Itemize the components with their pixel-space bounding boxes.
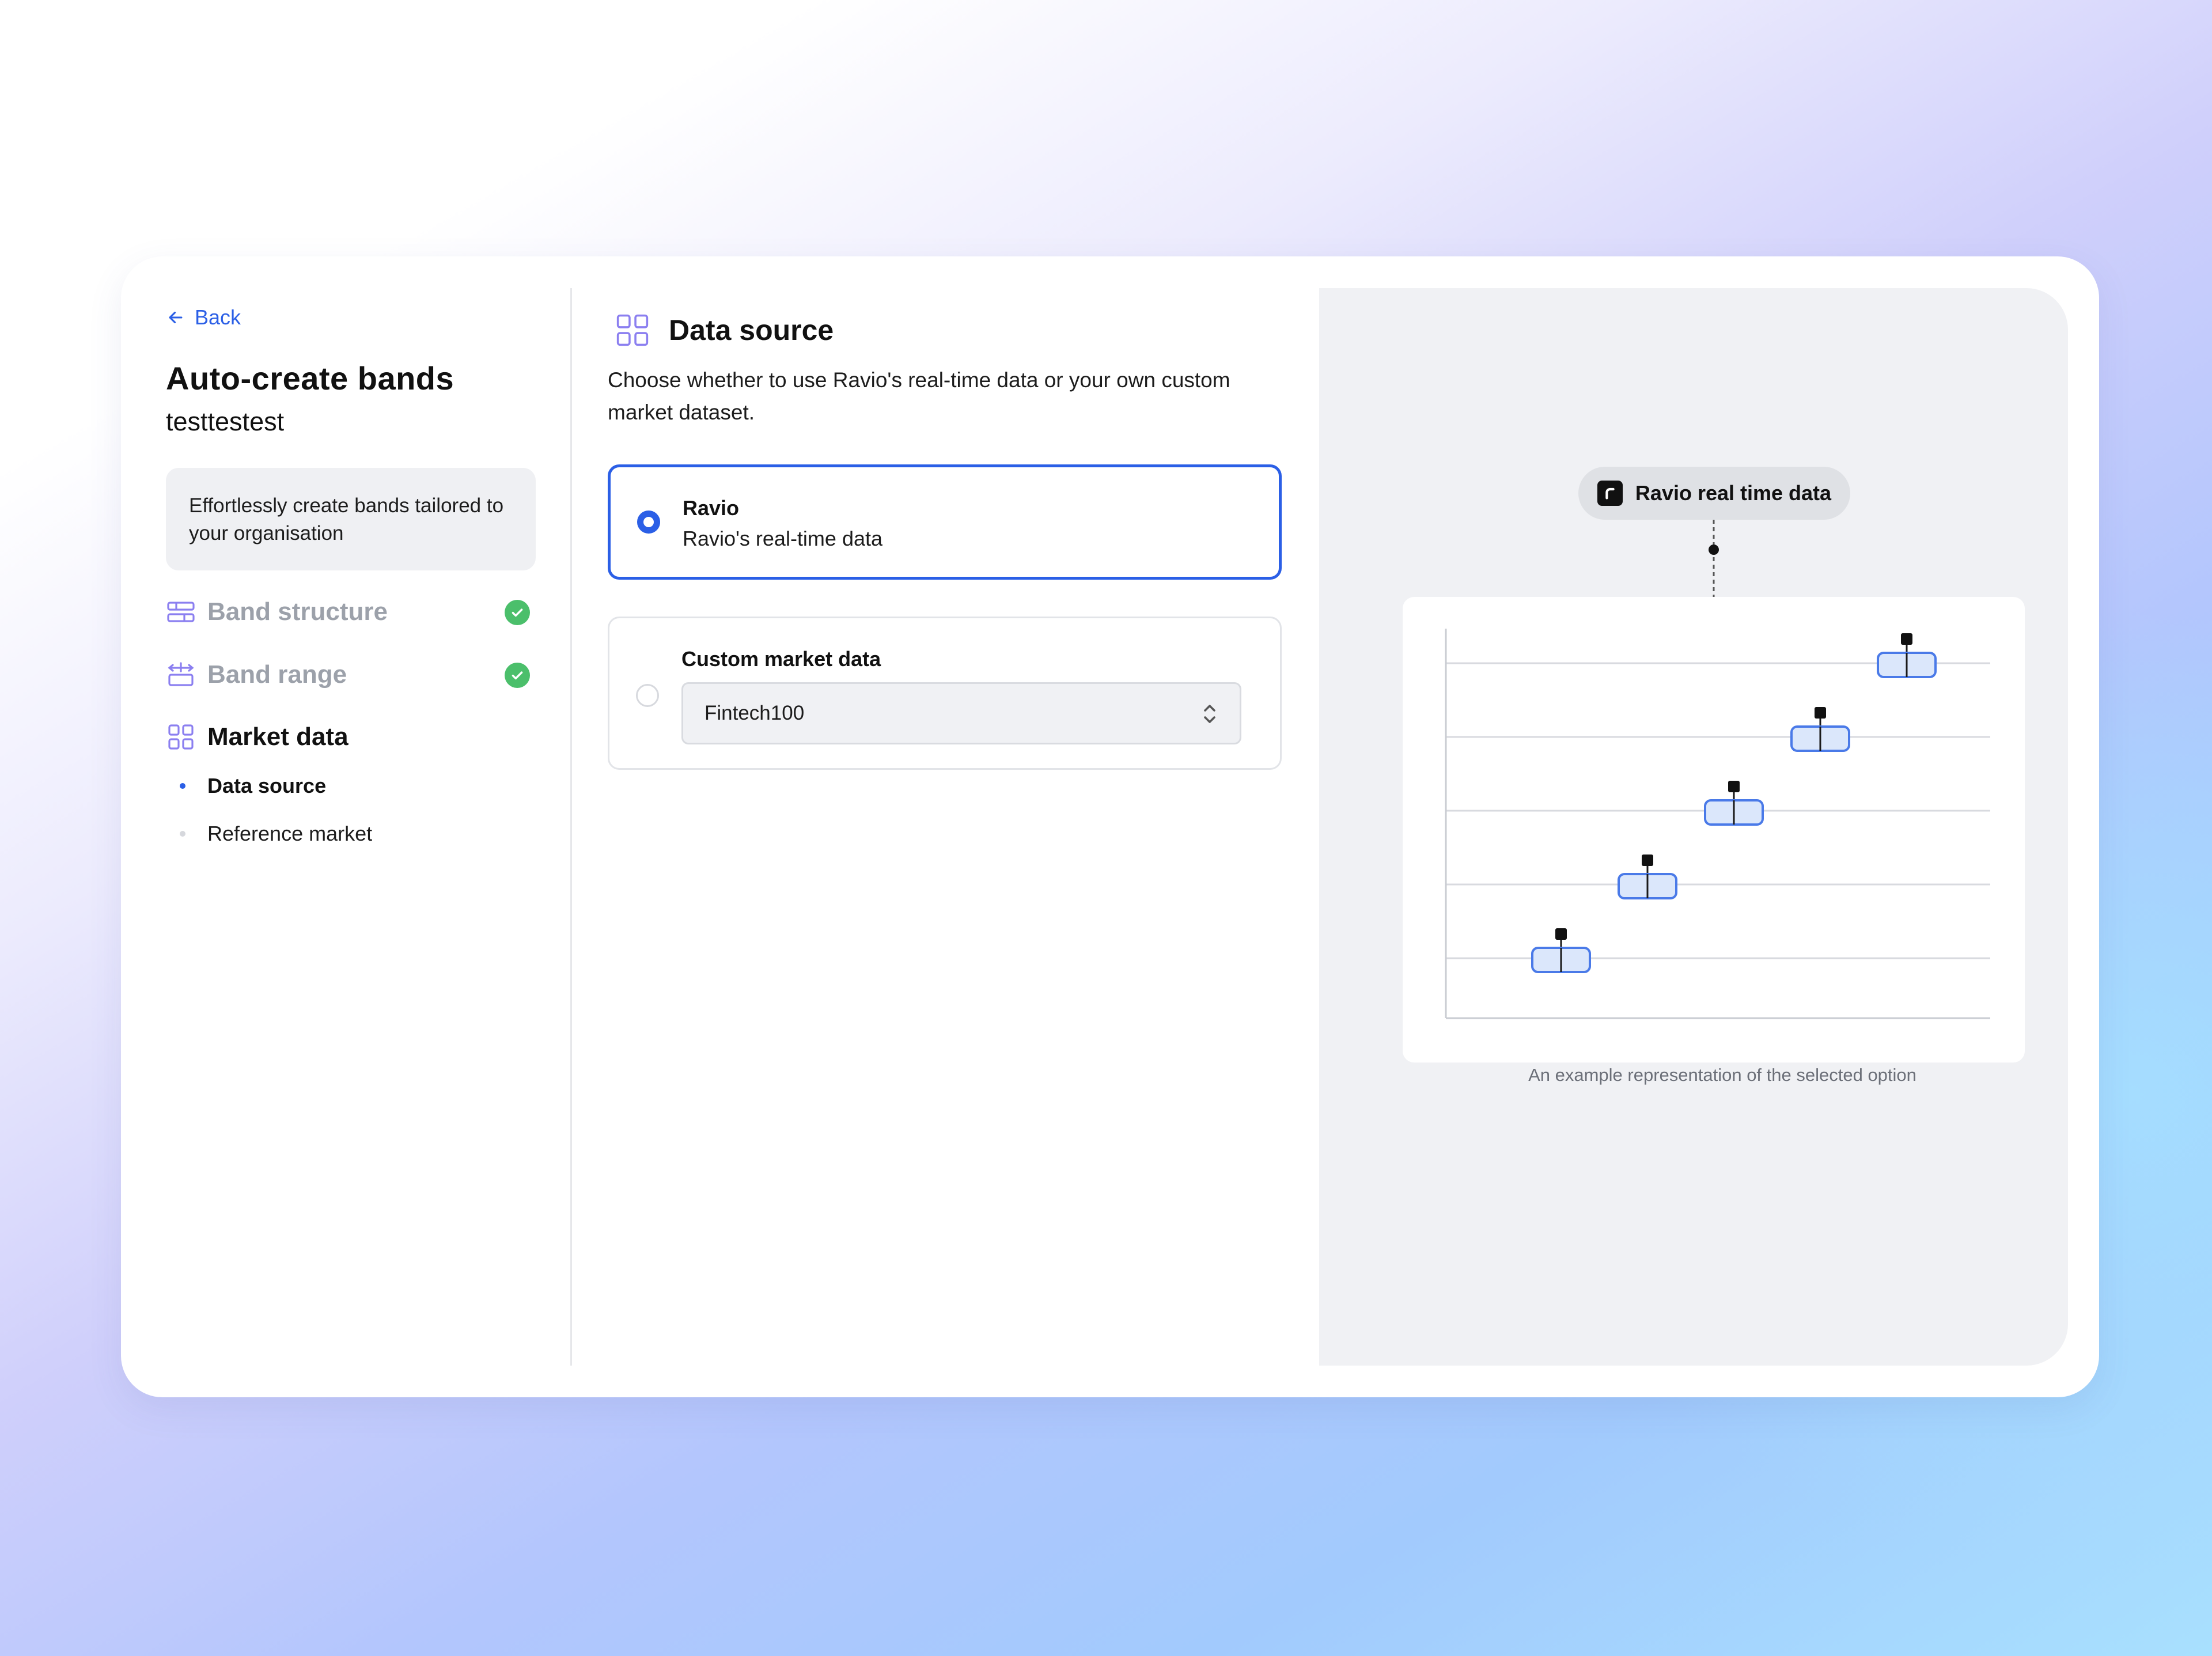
option-title: Ravio (683, 496, 740, 520)
preview-caption: An example representation of the selecte… (1528, 1065, 1916, 1085)
option-custom-market-data[interactable]: Custom market data Fintech100 (608, 617, 1282, 770)
band-structure-icon (167, 602, 195, 622)
current-dot-icon (180, 783, 185, 789)
page-subtitle: testtestest (166, 407, 285, 436)
box-marker (1815, 707, 1826, 719)
info-box: Effortlessly create bands tailored to yo… (166, 468, 536, 570)
step-label: Market data (207, 723, 349, 751)
step-market-data[interactable]: Market data (166, 720, 536, 754)
section-description: Choose whether to use Ravio's real-time … (608, 368, 1230, 424)
box-marker (1728, 781, 1740, 792)
option-subtitle: Ravio's real-time data (683, 527, 883, 550)
check-circle-icon (505, 663, 530, 688)
back-label: Back (195, 305, 241, 329)
source-pill: Ravio real time data (1578, 467, 1850, 520)
box-chart (1445, 629, 1990, 1019)
substep-label: Reference market (207, 822, 373, 845)
select-value: Fintech100 (704, 702, 805, 724)
ravio-logo-icon (1597, 481, 1623, 506)
arrow-left-icon (169, 311, 183, 324)
pill-label: Ravio real time data (1635, 481, 1832, 505)
option-ravio[interactable]: Ravio Ravio's real-time data (608, 464, 1282, 580)
step-label: Band structure (207, 598, 388, 626)
info-text: Effortlessly create bands tailored to yo… (189, 494, 504, 545)
dataset-select[interactable]: Fintech100 (681, 682, 1241, 744)
connector-line (1709, 520, 1719, 598)
radio-unselected[interactable] (636, 684, 659, 707)
section-title: Data source (669, 314, 834, 346)
box-marker (1555, 928, 1567, 940)
substep-label: Data source (207, 774, 327, 797)
divider (570, 288, 572, 1366)
chart-card (1403, 597, 2025, 1063)
chevron-up-down-icon (1204, 705, 1215, 723)
grid-icon (616, 314, 649, 346)
option-title: Custom market data (681, 647, 881, 671)
section-header: Data source (613, 311, 834, 349)
step-band-range[interactable]: Band range (166, 657, 536, 692)
substep-data-source[interactable]: Data source (180, 774, 326, 798)
grid-icon (168, 724, 194, 750)
box-marker (1642, 855, 1653, 866)
band-range-icon (168, 662, 194, 686)
pending-dot-icon (180, 831, 185, 837)
preview-panel: Ravio real time data An example represen… (1319, 288, 2068, 1366)
check-circle-icon (505, 600, 530, 625)
box-marker (1901, 633, 1912, 645)
substep-reference-market[interactable]: Reference market (180, 822, 372, 846)
back-link[interactable]: Back (166, 305, 241, 330)
radio-selected[interactable] (637, 511, 660, 534)
step-band-structure[interactable]: Band structure (166, 595, 536, 629)
step-label: Band range (207, 660, 347, 689)
page-title: Auto-create bands (166, 360, 454, 396)
